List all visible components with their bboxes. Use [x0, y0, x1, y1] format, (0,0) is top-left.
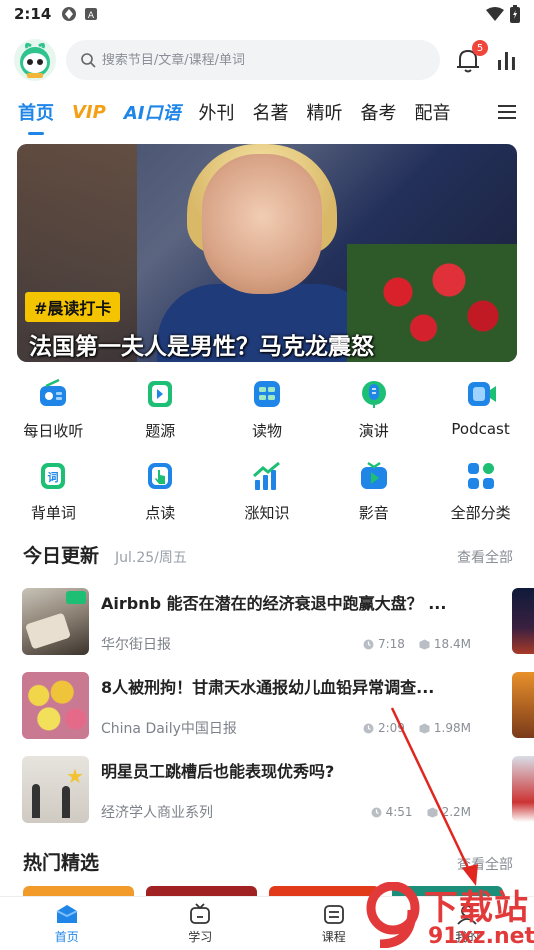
reading-icon — [253, 381, 280, 407]
banner-headline: 法国第一夫人是男性？马克龙震怒 — [29, 334, 374, 360]
item-title: Airbnb 能否在潜在的经济衰退中跑赢大盘？ ... — [101, 594, 447, 613]
all-categories-icon — [467, 463, 494, 489]
home-icon — [56, 904, 78, 923]
category-question-bank[interactable]: 题源 — [107, 378, 214, 448]
knowledge-icon — [252, 461, 280, 490]
item-duration: 2:09 — [377, 721, 405, 735]
battery-icon — [510, 5, 520, 23]
search-bar[interactable] — [65, 40, 441, 80]
wifi-icon — [486, 7, 504, 21]
status-time: 2:14 — [14, 5, 52, 23]
banner-tag: #晨读打卡 — [25, 292, 121, 322]
item-title: 8人被刑拘！甘肃天水通报幼儿血铅异常调查... — [101, 678, 435, 697]
category-tap-read[interactable]: 点读 — [107, 460, 214, 530]
clock-icon — [363, 723, 374, 733]
category-video[interactable]: 影音 — [320, 460, 427, 530]
vocabulary-icon: 词 — [41, 463, 66, 489]
section-title: 热门精选 — [23, 852, 100, 874]
tab-journals[interactable]: 外刊 — [198, 99, 234, 125]
category-all[interactable]: 全部分类 — [427, 460, 534, 530]
category-podcast[interactable]: Podcast — [427, 378, 534, 448]
item-duration: 4:51 — [385, 805, 413, 819]
tab-vip[interactable]: VIP — [72, 102, 106, 123]
category-daily-listening[interactable]: 每日收听 — [0, 378, 107, 448]
hero-banner[interactable]: #晨读打卡 法国第一夫人是男性？马克龙震怒 — [17, 144, 517, 362]
package-icon — [419, 723, 430, 733]
category-knowledge[interactable]: 涨知识 — [214, 460, 321, 530]
speech-icon — [361, 381, 386, 408]
podcast-icon — [467, 382, 496, 406]
item-title: 明星员工跳槽后也能表现优秀吗? — [101, 762, 335, 781]
item-thumbnail — [22, 672, 89, 739]
tab-exam-prep[interactable]: 备考 — [360, 99, 396, 125]
svg-text:词: 词 — [48, 471, 59, 484]
section-date: Jul.25/周五 — [115, 550, 187, 566]
item-size: 1.98M — [433, 721, 471, 735]
today-updates-header: 今日更新 Jul.25/周五 查看全部 — [23, 541, 513, 568]
radio-icon — [40, 378, 67, 406]
watermark-9-icon — [366, 882, 420, 948]
nav-study[interactable]: 学习 — [134, 897, 268, 950]
item-source: 经济学人商业系列 — [101, 805, 213, 821]
item-duration: 7:18 — [377, 637, 405, 651]
tap-read-icon — [148, 463, 173, 489]
tv-study-icon — [190, 902, 211, 924]
video-icon — [360, 461, 387, 489]
tab-ai-speaking[interactable]: AI口语 — [124, 99, 181, 125]
watermark-logo: 下载站 91xz.net — [362, 880, 534, 950]
app-notification-icon — [62, 7, 77, 21]
watermark-url: 91xz.net — [428, 924, 534, 949]
tab-intensive-listening[interactable]: 精听 — [306, 99, 342, 125]
nav-home[interactable]: 首页 — [0, 897, 134, 950]
status-bar: 2:14 A — [0, 0, 534, 28]
view-all-link[interactable]: 查看全部 — [457, 547, 513, 567]
item-source: China Daily中国日报 — [101, 721, 237, 737]
category-grid: 每日收听 题源 读物 演讲 Podcast 词 背单词 点读 涨知识 影音 全部… — [0, 378, 534, 530]
category-tabs: 首页 VIP AI口语 外刊 名著 精听 备考 配音 — [0, 92, 534, 135]
item-source: 华尔街日报 — [101, 637, 171, 653]
svg-text:A: A — [88, 11, 95, 21]
notification-button[interactable]: 5 — [454, 40, 489, 74]
list-item[interactable]: 8人被刑拘！甘肃天水通报幼儿血铅异常调查... China Daily中国日报 … — [22, 672, 472, 740]
item-thumbnail: ★ — [22, 756, 89, 823]
list-item[interactable]: ★ 明星员工跳槽后也能表现优秀吗? 经济学人商业系列 4:51 2.2M — [22, 756, 472, 824]
hot-picks-header: 热门精选 查看全部 — [23, 848, 513, 875]
clock-icon — [371, 807, 382, 817]
banner-photo — [202, 154, 322, 294]
search-icon — [81, 53, 96, 68]
section-title: 今日更新 — [23, 545, 100, 567]
item-size: 2.2M — [441, 805, 471, 819]
notification-badge: 5 — [472, 40, 489, 56]
clock-icon — [363, 639, 374, 649]
font-a-icon: A — [85, 8, 98, 21]
watermark-text: 下载站 — [424, 888, 529, 928]
category-speech[interactable]: 演讲 — [320, 378, 427, 448]
tab-dubbing[interactable]: 配音 — [414, 99, 450, 125]
package-icon — [427, 807, 438, 817]
side-card[interactable] — [512, 672, 534, 738]
mascot-icon — [19, 42, 50, 78]
video-badge-icon — [66, 591, 86, 604]
package-icon — [419, 639, 430, 649]
view-all-link[interactable]: 查看全部 — [457, 854, 513, 874]
stats-icon[interactable] — [496, 48, 520, 72]
star-icon: ★ — [66, 764, 84, 788]
search-input[interactable] — [101, 52, 402, 68]
question-bank-icon — [148, 381, 173, 407]
item-size: 18.4M — [433, 637, 471, 651]
category-reading[interactable]: 读物 — [214, 378, 321, 448]
mascot-avatar[interactable] — [14, 39, 56, 81]
category-vocabulary[interactable]: 词 背单词 — [0, 460, 107, 530]
tab-classics[interactable]: 名著 — [252, 99, 288, 125]
item-thumbnail — [22, 588, 89, 655]
top-header: 5 — [0, 34, 534, 86]
side-card[interactable] — [512, 588, 534, 654]
tab-home[interactable]: 首页 — [18, 99, 54, 135]
course-icon — [323, 904, 344, 924]
menu-icon[interactable] — [498, 104, 516, 120]
list-item[interactable]: Airbnb 能否在潜在的经济衰退中跑赢大盘？ ... 华尔街日报 7:18 1… — [22, 588, 472, 656]
side-card[interactable] — [512, 756, 534, 822]
